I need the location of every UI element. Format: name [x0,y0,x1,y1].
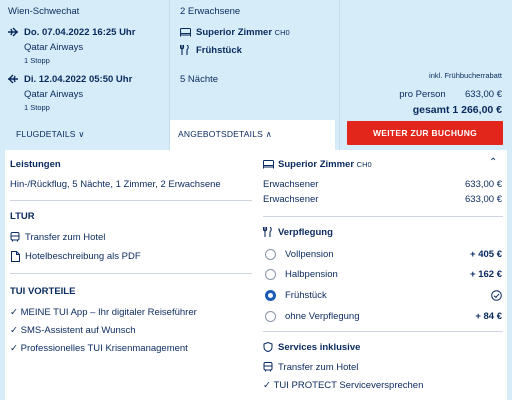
price-per-person: pro Person 633,00 € [399,89,502,100]
hotel-description-pdf-link[interactable]: Hotelbeschreibung als PDF [25,251,141,262]
offer-details-tab[interactable]: ANGEBOTSDETAILS ∧ [170,120,335,150]
bus-icon [263,362,273,372]
nights-count: 5 Nächte [180,74,219,85]
offer-summary-header: Wien-Schwechat Do. 07.04.2022 16:25 Uhr … [0,0,512,150]
divider [263,331,503,332]
divider [263,216,503,217]
outbound-date: Do. 07.04.2022 16:25 Uhr [24,27,136,38]
check-icon: ✓ [10,325,18,336]
board-option-label: ohne Verpflegung [285,311,360,322]
price-row-label: Erwachsener [263,179,319,190]
radio-button[interactable] [265,269,276,280]
early-booking-note: inkl. Frühbucherrabatt [429,71,502,80]
price-row-value: 633,00 € [465,194,502,205]
return-date: Di. 12.04.2022 05:50 Uhr [24,74,133,85]
radio-button[interactable] [265,249,276,260]
tui-advantage-item: ✓ MEINE TUI App – Ihr digitaler Reisefüh… [10,307,197,318]
check-icon: ✓ [10,307,18,318]
return-airline: Qatar Airways [24,89,84,100]
tui-advantage-item: ✓ Professionelles TUI Krisenmanagement [10,343,188,354]
board-option-label: Halbpension [285,269,338,280]
check-icon: ✓ [10,343,18,354]
service-item: Transfer zum Hotel [278,362,359,373]
bus-icon [10,232,20,242]
check-icon: ✓ [263,380,271,391]
room-type: Superior Zimmer CH0 [196,27,290,38]
document-icon [11,251,20,262]
ltur-heading: LTUR [10,211,35,222]
board-option-price: + 84 € [475,311,502,322]
offer-details-panel: Leistungen Hin-/Rückflug, 5 Nächte, 1 Zi… [5,150,507,400]
board-heading: Verpflegung [278,227,333,238]
departure-plane-icon [8,27,18,37]
chevron-down-icon: ∨ [78,129,85,139]
services-inclusive-heading: Services inklusive [278,342,361,353]
board-option-label: Frühstück [285,290,327,301]
chevron-up-icon: ⌃ [489,157,498,168]
origin-airport: Wien-Schwechat [8,6,80,17]
bed-icon [263,160,274,169]
travelers-count: 2 Erwachsene [180,6,241,17]
service-item: ✓ TUI PROTECT Serviceversprechen [263,380,424,391]
ltur-item: Transfer zum Hotel [25,232,106,243]
board-option-label: Vollpension [285,249,334,260]
radio-button-selected[interactable] [265,290,276,301]
tui-advantage-item: ✓ SMS-Assistent auf Wunsch [10,325,136,336]
services-heading: Leistungen [10,159,61,170]
room-title: Superior Zimmer CH0 [278,159,372,170]
tui-advantages-heading: TUI VORTEILE [10,286,76,297]
shield-icon [263,342,273,352]
radio-button[interactable] [265,311,276,322]
return-plane-icon [8,74,18,84]
bed-icon [180,28,191,37]
continue-booking-button[interactable]: WEITER ZUR BUCHUNG [347,121,503,145]
return-stops: 1 Stopp [24,103,50,112]
outbound-stops: 1 Stopp [24,56,50,65]
cutlery-icon [180,45,189,55]
price-row-value: 633,00 € [465,179,502,190]
chevron-up-icon: ∧ [265,129,273,139]
divider [10,273,252,274]
board-option-price: + 162 € [470,269,502,280]
divider [10,200,252,201]
cutlery-icon [263,227,272,237]
services-text: Hin-/Rückflug, 5 Nächte, 1 Zimmer, 2 Erw… [10,179,221,190]
price-row-label: Erwachsener [263,194,319,205]
board-type: Frühstück [196,45,242,56]
check-circle-icon [491,290,502,301]
flight-details-link[interactable]: FLUGDETAILS ∨ [16,129,85,140]
flight-column: Wien-Schwechat Do. 07.04.2022 16:25 Uhr … [0,0,170,150]
total-price: gesamt 1 266,00 € [412,104,502,116]
offer-details-link[interactable]: ANGEBOTSDETAILS ∧ [178,129,272,140]
outbound-airline: Qatar Airways [24,42,84,53]
board-option-price: + 405 € [470,249,502,260]
